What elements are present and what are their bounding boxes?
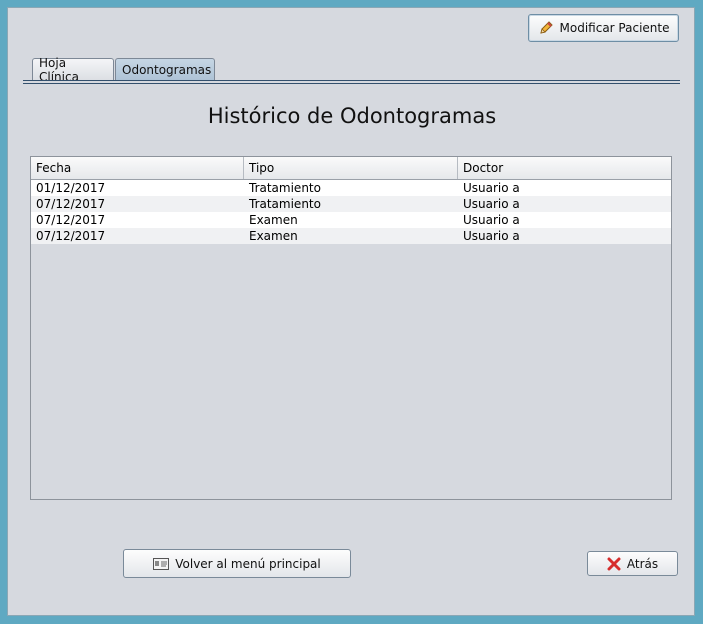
odontogram-history-table[interactable]: Fecha Tipo Doctor 01/12/2017 Tratamiento… — [30, 156, 672, 500]
table-row[interactable]: 07/12/2017 Examen Usuario a — [31, 212, 671, 228]
cell-fecha: 07/12/2017 — [36, 229, 106, 243]
column-header-fecha[interactable]: Fecha — [31, 157, 244, 179]
modify-patient-label: Modificar Paciente — [559, 21, 670, 35]
tab-divider — [23, 83, 680, 84]
cell-tipo: Examen — [249, 229, 298, 243]
back-to-main-menu-label: Volver al menú principal — [175, 556, 321, 571]
cell-doctor: Usuario a — [463, 229, 520, 243]
pencil-icon — [538, 20, 554, 36]
tab-odontogramas[interactable]: Odontogramas — [115, 58, 215, 80]
cell-tipo: Examen — [249, 213, 298, 227]
id-card-icon — [153, 557, 170, 570]
table-body: 01/12/2017 Tratamiento Usuario a 07/12/2… — [31, 180, 671, 244]
cell-tipo: Tratamiento — [249, 197, 321, 211]
main-window: Modificar Paciente Hoja Clínica Odontogr… — [7, 7, 695, 616]
red-x-icon — [607, 557, 621, 571]
table-header: Fecha Tipo Doctor — [31, 157, 671, 180]
table-row[interactable]: 07/12/2017 Tratamiento Usuario a — [31, 196, 671, 212]
modify-patient-button[interactable]: Modificar Paciente — [528, 14, 679, 42]
cell-fecha: 07/12/2017 — [36, 213, 106, 227]
back-label: Atrás — [626, 556, 659, 571]
page-title: Histórico de Odontogramas — [207, 104, 497, 128]
back-to-main-menu-button[interactable]: Volver al menú principal — [123, 549, 351, 578]
cell-fecha: 07/12/2017 — [36, 197, 106, 211]
column-header-tipo[interactable]: Tipo — [244, 157, 458, 179]
tab-divider — [23, 80, 680, 81]
cell-doctor: Usuario a — [463, 197, 520, 211]
table-row[interactable]: 01/12/2017 Tratamiento Usuario a — [31, 180, 671, 196]
table-row[interactable]: 07/12/2017 Examen Usuario a — [31, 228, 671, 244]
back-button[interactable]: Atrás — [587, 551, 678, 576]
cell-fecha: 01/12/2017 — [36, 181, 106, 195]
tab-label: Odontogramas — [122, 62, 212, 77]
cell-doctor: Usuario a — [463, 181, 520, 195]
tab-hoja-clinica[interactable]: Hoja Clínica — [32, 56, 114, 84]
cell-doctor: Usuario a — [463, 213, 520, 227]
column-header-doctor[interactable]: Doctor — [458, 157, 671, 179]
cell-tipo: Tratamiento — [249, 181, 321, 195]
